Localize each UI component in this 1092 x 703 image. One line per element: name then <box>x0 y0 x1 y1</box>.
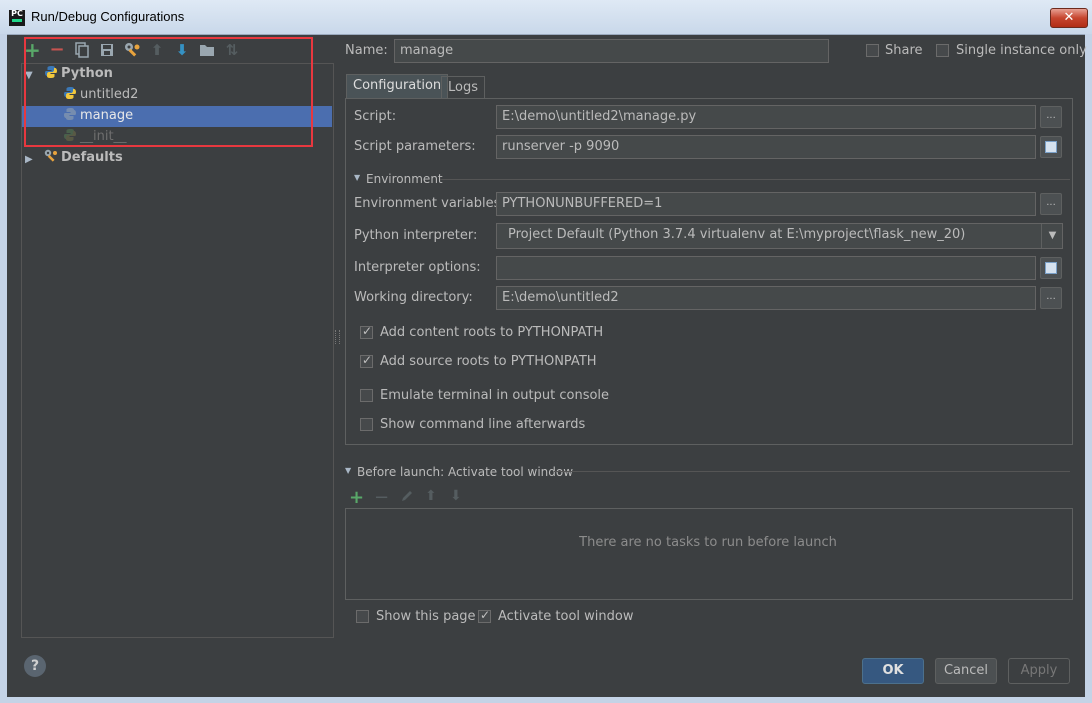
interp-options-field[interactable] <box>496 256 1036 280</box>
emulate-terminal-label: Emulate terminal in output console <box>380 388 610 403</box>
window-title: Run/Debug Configurations <box>31 9 185 24</box>
task-up-glyph: ⬆ <box>425 488 437 504</box>
before-launch-separator <box>554 471 1070 472</box>
move-task-down-icon[interactable]: ⬇ <box>450 488 462 504</box>
browse-workdir-button[interactable]: ... <box>1040 287 1062 309</box>
env-vars-label: Environment variables: <box>354 196 505 211</box>
environment-separator <box>440 179 1070 180</box>
workdir-field[interactable]: E:\demo\untitled2 <box>496 286 1036 310</box>
content-roots-checkbox[interactable] <box>360 324 373 339</box>
remove-task-glyph: − <box>374 487 390 508</box>
interpreter-select[interactable]: Project Default (Python 3.7.4 virtualenv… <box>496 223 1063 249</box>
single-instance-label: Single instance only <box>956 43 1087 58</box>
splitter-grip[interactable] <box>335 330 340 344</box>
empty-tasks-text: There are no tasks to run before launch <box>579 535 837 550</box>
env-vars-field[interactable]: PYTHONUNBUFFERED=1 <box>496 192 1036 216</box>
before-launch-collapse-icon[interactable]: ▼ <box>345 466 351 475</box>
activate-tool-window-label: Activate tool window <box>498 609 634 624</box>
source-roots-checkbox[interactable] <box>360 353 373 368</box>
pycharm-app-icon: PC <box>9 10 25 26</box>
environment-header: Environment <box>366 172 443 186</box>
cancel-button[interactable]: Cancel <box>935 658 997 684</box>
help-icon: ? <box>30 658 40 674</box>
emulate-terminal-checkbox[interactable] <box>360 389 373 402</box>
browse-script-button[interactable]: ... <box>1040 106 1062 128</box>
tree-group-defaults-label: Defaults <box>61 150 123 165</box>
collapse-arrow-icon[interactable]: ▶ <box>25 154 33 165</box>
tab-logs[interactable]: Logs <box>441 76 485 98</box>
close-window-button[interactable]: ✕ <box>1050 8 1088 28</box>
window-frame-right <box>1085 34 1092 703</box>
chevron-down-icon[interactable]: ▼ <box>1041 224 1063 248</box>
help-button[interactable]: ? <box>24 655 46 677</box>
annotation-highlight-box <box>24 37 313 147</box>
script-field[interactable]: E:\demo\untitled2\manage.py <box>496 105 1036 129</box>
task-down-glyph: ⬇ <box>450 488 462 504</box>
before-launch-tasks-list <box>345 508 1073 600</box>
window-frame-left <box>0 34 7 703</box>
name-label: Name: <box>345 43 388 58</box>
show-page-label: Show this page <box>376 609 476 624</box>
move-task-up-icon[interactable]: ⬆ <box>425 488 437 504</box>
tree-group-defaults[interactable]: Defaults <box>44 148 123 168</box>
add-task-icon[interactable]: + <box>349 487 364 508</box>
show-page-checkbox[interactable] <box>356 610 369 623</box>
name-field[interactable]: manage <box>394 39 829 63</box>
app-icon-text: PC <box>11 9 23 18</box>
interpreter-value: Project Default (Python 3.7.4 virtualenv… <box>508 227 966 242</box>
before-launch-header: Before launch: Activate tool window <box>357 465 574 479</box>
script-label: Script: <box>354 109 397 124</box>
show-command-line-label: Show command line afterwards <box>380 417 586 432</box>
expand-field-icon <box>1045 262 1057 274</box>
close-icon: ✕ <box>1063 10 1075 25</box>
single-instance-checkbox[interactable] <box>936 44 949 57</box>
tab-configuration[interactable]: Configuration <box>346 74 449 99</box>
script-parameters-label: Script parameters: <box>354 139 476 154</box>
apply-button[interactable]: Apply <box>1008 658 1070 684</box>
environment-collapse-icon[interactable]: ▼ <box>354 173 360 182</box>
expand-options-button[interactable] <box>1040 257 1062 279</box>
expand-parameters-button[interactable] <box>1040 136 1062 158</box>
interpreter-label: Python interpreter: <box>354 228 478 243</box>
workdir-label: Working directory: <box>354 290 473 305</box>
wrench-icon <box>44 149 57 162</box>
share-label: Share <box>885 43 923 58</box>
source-roots-label: Add source roots to PYTHONPATH <box>380 354 597 369</box>
activate-tool-window-checkbox[interactable] <box>478 608 491 623</box>
add-task-glyph: + <box>349 487 365 508</box>
ok-button[interactable]: OK <box>862 658 924 684</box>
show-command-line-checkbox[interactable] <box>360 418 373 431</box>
script-parameters-field[interactable]: runserver -p 9090 <box>496 135 1036 159</box>
share-checkbox[interactable] <box>866 44 879 57</box>
expand-field-icon <box>1045 141 1057 153</box>
content-roots-label: Add content roots to PYTHONPATH <box>380 325 604 340</box>
interp-options-label: Interpreter options: <box>354 260 481 275</box>
edit-task-icon[interactable] <box>400 489 414 503</box>
window-frame-bottom <box>0 697 1092 703</box>
edit-env-vars-button[interactable]: ... <box>1040 193 1062 215</box>
remove-task-icon[interactable]: − <box>374 487 389 508</box>
